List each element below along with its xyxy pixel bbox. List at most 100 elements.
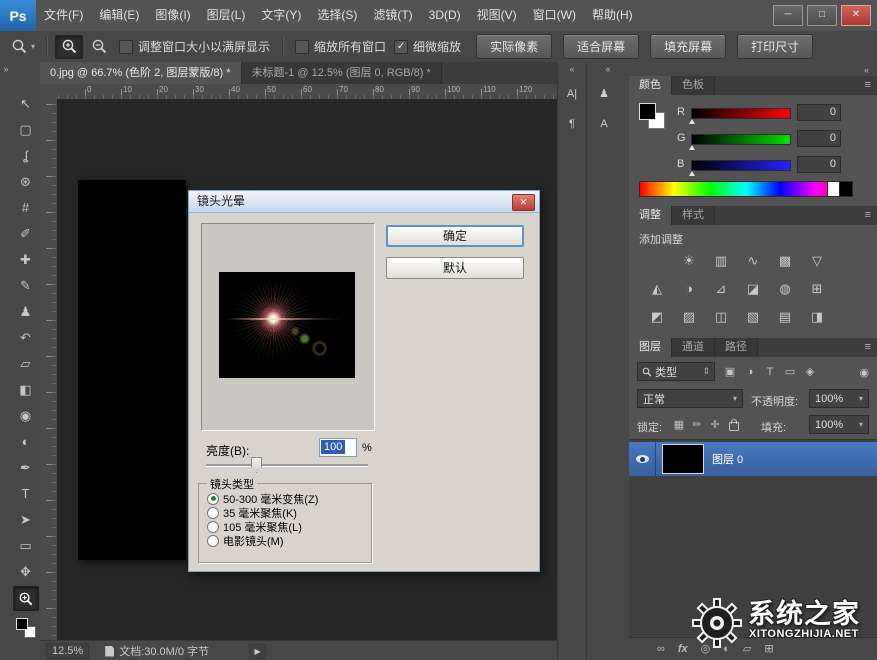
zoom-all-windows-checkbox[interactable]: 缩放所有窗口: [295, 38, 386, 55]
adjustment-icon[interactable]: ◭: [645, 279, 669, 299]
maximize-button[interactable]: □: [807, 5, 837, 26]
adjustment-icon[interactable]: ⊞: [805, 279, 829, 299]
brightness-slider-thumb[interactable]: [251, 457, 262, 473]
adjustment-icon[interactable]: ▩: [773, 251, 797, 271]
clone-stamp-tool[interactable]: ♟: [14, 300, 37, 323]
filter-adjustment-layers-icon[interactable]: ◑: [741, 364, 759, 380]
lock-image-pixels-icon[interactable]: ✏: [689, 417, 705, 433]
collapse-dock-icon[interactable]: «: [864, 63, 869, 77]
menu-select[interactable]: 选择(S): [309, 0, 365, 31]
adjustment-icon[interactable]: ▨: [677, 307, 701, 327]
tab-adjustments[interactable]: 调整: [629, 206, 672, 225]
slider-thumb-icon[interactable]: [689, 119, 695, 124]
collapse-dock-icon[interactable]: «: [587, 62, 629, 76]
brush-tool[interactable]: ✎: [14, 274, 37, 297]
character-panel-icon[interactable]: A|: [560, 82, 584, 106]
tab-swatches[interactable]: 色板: [672, 76, 715, 95]
red-value-field[interactable]: 0: [797, 104, 841, 121]
lock-transparent-pixels-icon[interactable]: ▦: [671, 417, 687, 433]
adjustment-icon[interactable]: ◑: [677, 279, 701, 299]
slider-thumb-icon[interactable]: [689, 145, 695, 150]
flare-preview-image[interactable]: [219, 272, 355, 378]
menu-layer[interactable]: 图层(L): [199, 0, 254, 31]
color-spectrum-bar[interactable]: [639, 181, 853, 197]
document-tab-inactive[interactable]: 未标题-1 @ 12.5% (图层 0, RGB/8) *: [242, 62, 442, 84]
lens-option-movie-prime[interactable]: 电影镜头(M): [207, 534, 284, 547]
adjustment-icon[interactable]: ∿: [741, 251, 765, 271]
filter-pixel-layers-icon[interactable]: ▣: [721, 364, 739, 380]
opacity-dropdown[interactable]: 100% ▾: [809, 389, 869, 408]
filter-smart-objects-icon[interactable]: ◈: [801, 364, 819, 380]
character-styles-panel-icon[interactable]: A: [592, 112, 616, 136]
brightness-input[interactable]: 100: [319, 438, 357, 457]
menu-3d[interactable]: 3D(D): [421, 0, 469, 31]
panel-menu-icon[interactable]: ≡: [865, 206, 871, 225]
green-value-field[interactable]: 0: [797, 130, 841, 147]
link-layers-icon[interactable]: ∞: [657, 638, 665, 660]
tab-channels[interactable]: 通道: [672, 338, 715, 357]
black-swatch[interactable]: [839, 182, 852, 196]
layer-row-selected[interactable]: 图层 0: [629, 442, 877, 476]
panel-menu-icon[interactable]: ≡: [865, 76, 871, 95]
paragraph-panel-icon[interactable]: ¶: [560, 112, 584, 136]
zoom-level-field[interactable]: 12.5%: [46, 643, 89, 659]
rectangular-marquee-tool[interactable]: ▢: [14, 118, 37, 141]
type-tool[interactable]: T: [14, 482, 37, 505]
default-button[interactable]: 默认: [386, 257, 524, 279]
minimize-button[interactable]: ─: [773, 5, 803, 26]
adjustment-icon[interactable]: ◪: [741, 279, 765, 299]
blur-tool[interactable]: ◉: [14, 404, 37, 427]
adjustment-icon[interactable]: ▥: [709, 251, 733, 271]
adjustment-icon[interactable]: ☀: [677, 251, 701, 271]
red-slider[interactable]: [691, 108, 791, 119]
lens-option-50-300-zoom[interactable]: 50-300 毫米变焦(Z): [207, 492, 318, 505]
vertical-ruler[interactable]: [40, 99, 58, 640]
adjustment-icon[interactable]: ▤: [773, 307, 797, 327]
lens-option-35mm-prime[interactable]: 35 毫米聚焦(K): [207, 506, 297, 519]
pen-tool[interactable]: ✒: [14, 456, 37, 479]
green-slider[interactable]: [691, 134, 791, 145]
actual-pixels-button[interactable]: 实际像素: [476, 34, 552, 59]
slider-thumb-icon[interactable]: [689, 171, 695, 176]
status-options-arrow[interactable]: ▶: [249, 644, 266, 659]
layer-thumbnail[interactable]: [662, 444, 704, 474]
tab-layers[interactable]: 图层: [629, 338, 672, 357]
hand-tool[interactable]: ✥: [14, 560, 37, 583]
filter-type-layers-icon[interactable]: T: [761, 364, 779, 380]
ruler-corner[interactable]: [40, 84, 58, 100]
menu-file[interactable]: 文件(F): [36, 0, 91, 31]
filter-shape-layers-icon[interactable]: ▭: [781, 364, 799, 380]
resize-windows-to-fit-checkbox[interactable]: 调整窗口大小以满屏显示: [119, 38, 270, 55]
filter-type-dropdown[interactable]: 类型 ⇕: [637, 362, 715, 381]
blend-mode-dropdown[interactable]: 正常 ▾: [637, 389, 743, 408]
lock-all-icon[interactable]: [729, 422, 739, 431]
close-button[interactable]: ✕: [841, 5, 871, 26]
adjustment-icon[interactable]: ◍: [773, 279, 797, 299]
gradient-tool[interactable]: ◧: [14, 378, 37, 401]
scrubby-zoom-checkbox[interactable]: ✓ 细微缩放: [394, 38, 461, 55]
move-tool[interactable]: ↖: [14, 92, 37, 115]
blue-value-field[interactable]: 0: [797, 156, 841, 173]
menu-edit[interactable]: 编辑(E): [91, 0, 147, 31]
tab-color[interactable]: 颜色: [629, 76, 672, 95]
quick-selection-tool[interactable]: ⊛: [14, 170, 37, 193]
adjustment-icon[interactable]: ◩: [645, 307, 669, 327]
collapse-dock-icon[interactable]: «: [558, 62, 586, 76]
spot-healing-brush-tool[interactable]: ✚: [14, 248, 37, 271]
foreground-color-swatch[interactable]: [639, 103, 656, 120]
fit-screen-button[interactable]: 适合屏幕: [563, 34, 639, 59]
blue-slider[interactable]: [691, 160, 791, 171]
layer-visibility-toggle[interactable]: [629, 442, 656, 476]
rectangle-shape-tool[interactable]: ▭: [14, 534, 37, 557]
foreground-background-swatches[interactable]: [16, 618, 36, 638]
adjustment-icon[interactable]: ▽: [805, 251, 829, 271]
eraser-tool[interactable]: ▱: [14, 352, 37, 375]
lens-option-105mm-prime[interactable]: 105 毫米聚焦(L): [207, 520, 302, 533]
filter-toggle-icon[interactable]: ◉: [859, 365, 869, 381]
path-selection-tool[interactable]: ➤: [14, 508, 37, 531]
panel-menu-icon[interactable]: ≡: [865, 338, 871, 357]
tool-preset-picker[interactable]: ▾: [8, 36, 38, 57]
tab-styles[interactable]: 样式: [672, 206, 715, 225]
crop-tool[interactable]: #: [14, 196, 37, 219]
menu-type[interactable]: 文字(Y): [253, 0, 309, 31]
